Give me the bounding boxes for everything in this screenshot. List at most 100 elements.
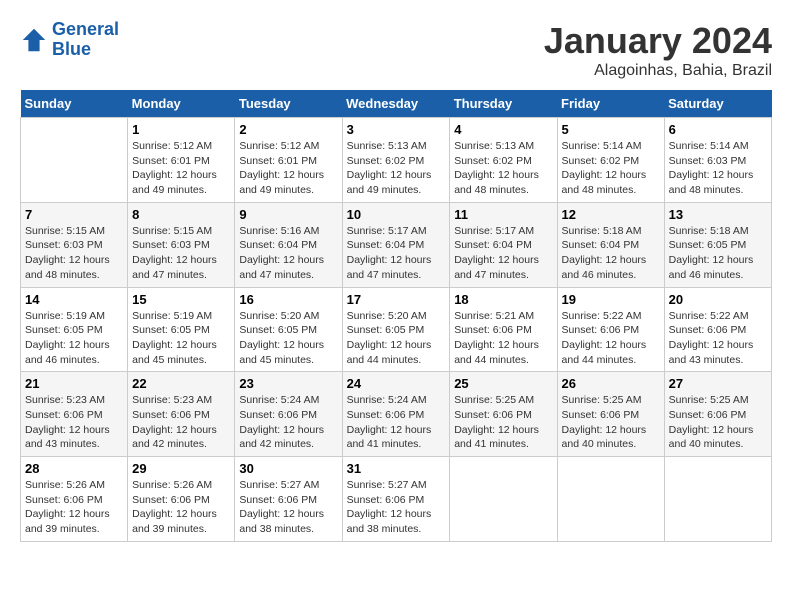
calendar-cell bbox=[664, 457, 771, 542]
day-info: Sunrise: 5:22 AM Sunset: 6:06 PM Dayligh… bbox=[669, 309, 767, 368]
day-number: 25 bbox=[454, 376, 552, 391]
calendar-cell: 1 Sunrise: 5:12 AM Sunset: 6:01 PM Daylig… bbox=[128, 118, 235, 203]
logo-text: General Blue bbox=[52, 20, 119, 60]
day-info: Sunrise: 5:26 AM Sunset: 6:06 PM Dayligh… bbox=[25, 478, 123, 537]
day-number: 1 bbox=[132, 122, 230, 137]
day-number: 31 bbox=[347, 461, 446, 476]
calendar-cell: 19 Sunrise: 5:22 AM Sunset: 6:06 PM Dayli… bbox=[557, 287, 664, 372]
day-info: Sunrise: 5:15 AM Sunset: 6:03 PM Dayligh… bbox=[25, 224, 123, 283]
calendar-cell: 15Sunrise: 5:19 AM Sunset: 6:05 PM Dayli… bbox=[128, 287, 235, 372]
column-header-saturday: Saturday bbox=[664, 90, 771, 118]
calendar-cell: 27Sunrise: 5:25 AM Sunset: 6:06 PM Dayli… bbox=[664, 372, 771, 457]
day-number: 5 bbox=[562, 122, 660, 137]
logo-line1: General bbox=[52, 19, 119, 39]
day-info: Sunrise: 5:25 AM Sunset: 6:06 PM Dayligh… bbox=[562, 393, 660, 452]
day-info: Sunrise: 5:24 AM Sunset: 6:06 PM Dayligh… bbox=[347, 393, 446, 452]
calendar-cell: 11Sunrise: 5:17 AM Sunset: 6:04 PM Dayli… bbox=[450, 202, 557, 287]
day-number: 15 bbox=[132, 292, 230, 307]
page-header: General Blue January 2024 Alagoinhas, Ba… bbox=[20, 20, 772, 80]
calendar-cell: 7 Sunrise: 5:15 AM Sunset: 6:03 PM Daylig… bbox=[21, 202, 128, 287]
day-info: Sunrise: 5:21 AM Sunset: 6:06 PM Dayligh… bbox=[454, 309, 552, 368]
calendar-cell: 24 Sunrise: 5:24 AM Sunset: 6:06 PM Dayli… bbox=[342, 372, 450, 457]
calendar-cell: 31 Sunrise: 5:27 AM Sunset: 6:06 PM Dayli… bbox=[342, 457, 450, 542]
day-number: 24 bbox=[347, 376, 446, 391]
calendar-cell: 23Sunrise: 5:24 AM Sunset: 6:06 PM Dayli… bbox=[235, 372, 342, 457]
calendar-cell bbox=[21, 118, 128, 203]
day-info: Sunrise: 5:13 AM Sunset: 6:02 PM Dayligh… bbox=[454, 139, 552, 198]
day-number: 4 bbox=[454, 122, 552, 137]
day-number: 3 bbox=[347, 122, 446, 137]
day-info: Sunrise: 5:12 AM Sunset: 6:01 PM Dayligh… bbox=[132, 139, 230, 198]
day-info: Sunrise: 5:27 AM Sunset: 6:06 PM Dayligh… bbox=[347, 478, 446, 537]
day-number: 17 bbox=[347, 292, 446, 307]
day-number: 26 bbox=[562, 376, 660, 391]
calendar-cell: 28Sunrise: 5:26 AM Sunset: 6:06 PM Dayli… bbox=[21, 457, 128, 542]
day-number: 8 bbox=[132, 207, 230, 222]
calendar-cell: 14Sunrise: 5:19 AM Sunset: 6:05 PM Dayli… bbox=[21, 287, 128, 372]
day-info: Sunrise: 5:14 AM Sunset: 6:03 PM Dayligh… bbox=[669, 139, 767, 198]
day-info: Sunrise: 5:20 AM Sunset: 6:05 PM Dayligh… bbox=[239, 309, 337, 368]
day-info: Sunrise: 5:20 AM Sunset: 6:05 PM Dayligh… bbox=[347, 309, 446, 368]
day-number: 12 bbox=[562, 207, 660, 222]
day-number: 6 bbox=[669, 122, 767, 137]
day-number: 16 bbox=[239, 292, 337, 307]
calendar-cell bbox=[450, 457, 557, 542]
calendar-cell: 16 Sunrise: 5:20 AM Sunset: 6:05 PM Dayli… bbox=[235, 287, 342, 372]
calendar-cell: 9 Sunrise: 5:16 AM Sunset: 6:04 PM Daylig… bbox=[235, 202, 342, 287]
day-number: 21 bbox=[25, 376, 123, 391]
day-number: 9 bbox=[239, 207, 337, 222]
day-number: 11 bbox=[454, 207, 552, 222]
calendar-cell: 13 Sunrise: 5:18 AM Sunset: 6:05 PM Dayli… bbox=[664, 202, 771, 287]
day-number: 22 bbox=[132, 376, 230, 391]
calendar-cell: 30 Sunrise: 5:27 AM Sunset: 6:06 PM Dayli… bbox=[235, 457, 342, 542]
logo-icon bbox=[20, 26, 48, 54]
calendar-cell: 4 Sunrise: 5:13 AM Sunset: 6:02 PM Daylig… bbox=[450, 118, 557, 203]
day-number: 19 bbox=[562, 292, 660, 307]
calendar-cell: 29Sunrise: 5:26 AM Sunset: 6:06 PM Dayli… bbox=[128, 457, 235, 542]
day-info: Sunrise: 5:18 AM Sunset: 6:05 PM Dayligh… bbox=[669, 224, 767, 283]
day-info: Sunrise: 5:17 AM Sunset: 6:04 PM Dayligh… bbox=[347, 224, 446, 283]
column-header-thursday: Thursday bbox=[450, 90, 557, 118]
day-number: 7 bbox=[25, 207, 123, 222]
calendar-cell: 3 Sunrise: 5:13 AM Sunset: 6:02 PM Daylig… bbox=[342, 118, 450, 203]
calendar-cell: 10 Sunrise: 5:17 AM Sunset: 6:04 PM Dayli… bbox=[342, 202, 450, 287]
calendar-cell: 18 Sunrise: 5:21 AM Sunset: 6:06 PM Dayli… bbox=[450, 287, 557, 372]
day-info: Sunrise: 5:13 AM Sunset: 6:02 PM Dayligh… bbox=[347, 139, 446, 198]
column-header-monday: Monday bbox=[128, 90, 235, 118]
day-info: Sunrise: 5:18 AM Sunset: 6:04 PM Dayligh… bbox=[562, 224, 660, 283]
calendar-cell bbox=[557, 457, 664, 542]
day-number: 13 bbox=[669, 207, 767, 222]
day-info: Sunrise: 5:15 AM Sunset: 6:03 PM Dayligh… bbox=[132, 224, 230, 283]
calendar-cell: 20Sunrise: 5:22 AM Sunset: 6:06 PM Dayli… bbox=[664, 287, 771, 372]
day-info: Sunrise: 5:23 AM Sunset: 6:06 PM Dayligh… bbox=[132, 393, 230, 452]
day-number: 30 bbox=[239, 461, 337, 476]
calendar-cell: 8 Sunrise: 5:15 AM Sunset: 6:03 PM Daylig… bbox=[128, 202, 235, 287]
calendar-cell: 25 Sunrise: 5:25 AM Sunset: 6:06 PM Dayli… bbox=[450, 372, 557, 457]
day-info: Sunrise: 5:12 AM Sunset: 6:01 PM Dayligh… bbox=[239, 139, 337, 198]
calendar-cell: 6 Sunrise: 5:14 AM Sunset: 6:03 PM Daylig… bbox=[664, 118, 771, 203]
calendar-cell: 26 Sunrise: 5:25 AM Sunset: 6:06 PM Dayli… bbox=[557, 372, 664, 457]
calendar-cell: 22 Sunrise: 5:23 AM Sunset: 6:06 PM Dayli… bbox=[128, 372, 235, 457]
day-info: Sunrise: 5:19 AM Sunset: 6:05 PM Dayligh… bbox=[25, 309, 123, 368]
logo-line2: Blue bbox=[52, 39, 91, 59]
day-number: 2 bbox=[239, 122, 337, 137]
column-header-wednesday: Wednesday bbox=[342, 90, 450, 118]
day-number: 18 bbox=[454, 292, 552, 307]
logo: General Blue bbox=[20, 20, 119, 60]
calendar-cell: 2 Sunrise: 5:12 AM Sunset: 6:01 PM Daylig… bbox=[235, 118, 342, 203]
day-number: 23 bbox=[239, 376, 337, 391]
main-title: January 2024 bbox=[544, 20, 772, 62]
day-info: Sunrise: 5:25 AM Sunset: 6:06 PM Dayligh… bbox=[454, 393, 552, 452]
title-block: January 2024 Alagoinhas, Bahia, Brazil bbox=[544, 20, 772, 80]
column-header-tuesday: Tuesday bbox=[235, 90, 342, 118]
calendar-cell: 5 Sunrise: 5:14 AM Sunset: 6:02 PM Daylig… bbox=[557, 118, 664, 203]
day-info: Sunrise: 5:16 AM Sunset: 6:04 PM Dayligh… bbox=[239, 224, 337, 283]
day-info: Sunrise: 5:14 AM Sunset: 6:02 PM Dayligh… bbox=[562, 139, 660, 198]
day-info: Sunrise: 5:23 AM Sunset: 6:06 PM Dayligh… bbox=[25, 393, 123, 452]
day-number: 10 bbox=[347, 207, 446, 222]
day-info: Sunrise: 5:27 AM Sunset: 6:06 PM Dayligh… bbox=[239, 478, 337, 537]
column-header-friday: Friday bbox=[557, 90, 664, 118]
calendar-cell: 12 Sunrise: 5:18 AM Sunset: 6:04 PM Dayli… bbox=[557, 202, 664, 287]
column-header-sunday: Sunday bbox=[21, 90, 128, 118]
day-info: Sunrise: 5:22 AM Sunset: 6:06 PM Dayligh… bbox=[562, 309, 660, 368]
